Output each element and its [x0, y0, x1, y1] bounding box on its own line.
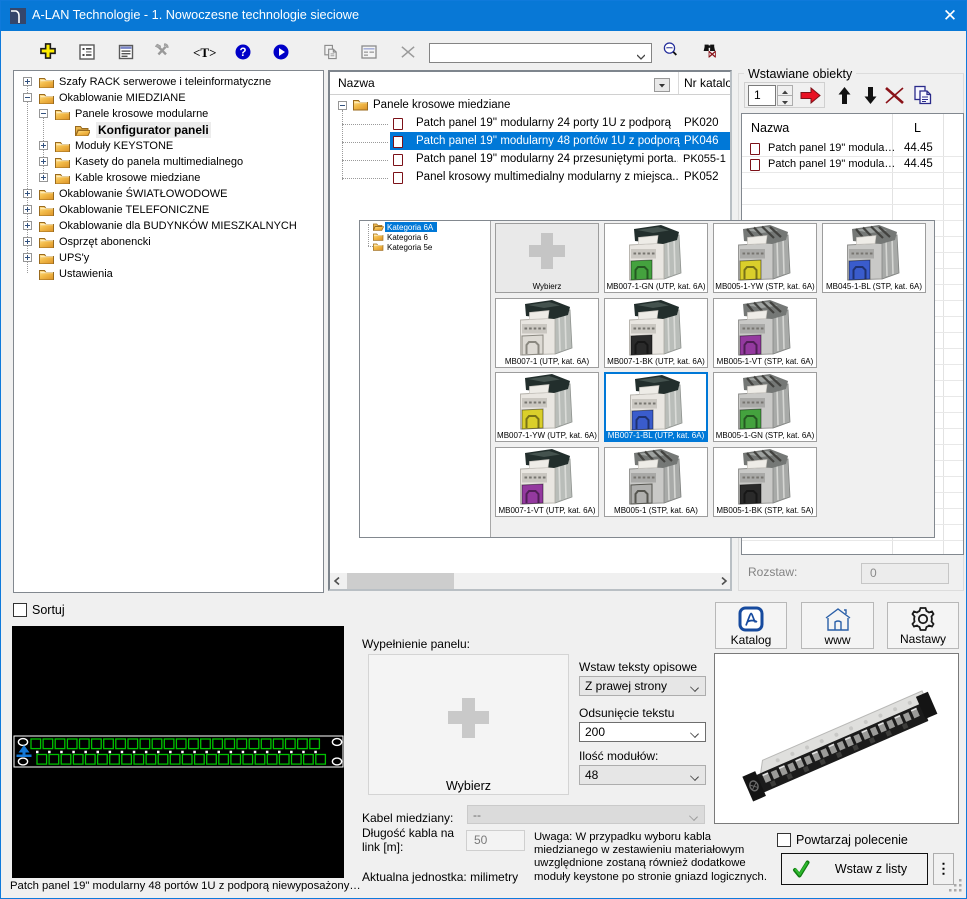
svg-text:?: ?: [239, 47, 246, 59]
